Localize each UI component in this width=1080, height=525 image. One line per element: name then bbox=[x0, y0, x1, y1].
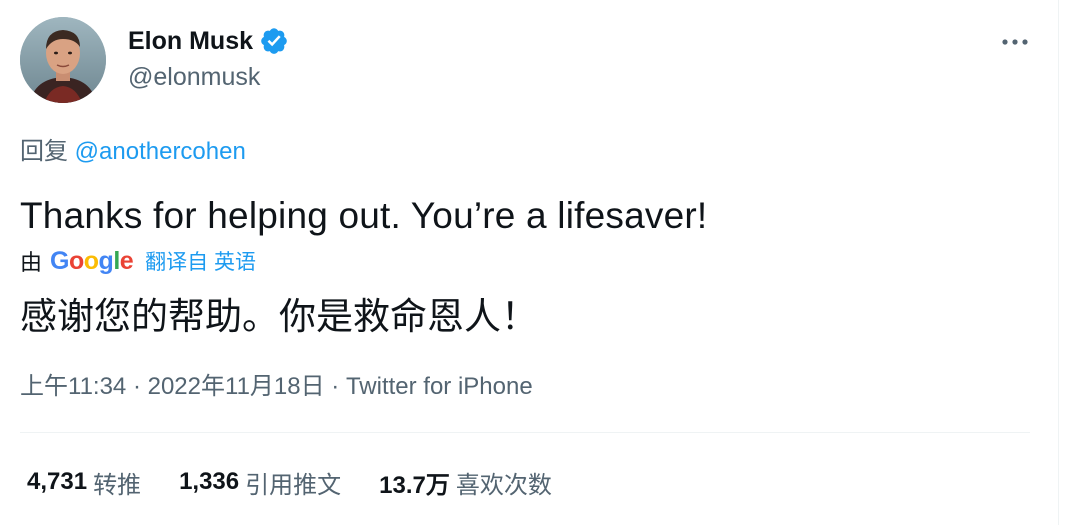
tweet-source-link[interactable]: Twitter for iPhone bbox=[346, 373, 533, 400]
author-name-row[interactable]: Elon Musk bbox=[128, 26, 289, 56]
quotes-stat[interactable]: 1,336 引用推文 bbox=[179, 465, 341, 500]
quote-label: 引用推文 bbox=[245, 471, 342, 499]
reply-context: 回复 @anothercohen bbox=[20, 137, 246, 167]
more-dots-icon bbox=[1002, 39, 1028, 45]
translated-tweet-text: 感谢您的帮助。你是救命恩人！ bbox=[20, 296, 538, 337]
more-options-button[interactable] bbox=[995, 24, 1035, 60]
translated-by-label: 由 bbox=[20, 250, 43, 275]
author-name[interactable]: Elon Musk bbox=[128, 26, 253, 56]
quote-count: 1,336 bbox=[179, 468, 240, 495]
retweet-label: 转推 bbox=[93, 471, 142, 499]
translate-source-link[interactable]: 翻译自 英语 bbox=[145, 246, 256, 276]
tweet-timestamp: 上午11:34 · 2022年11月18日 · Twitter for iPho… bbox=[20, 371, 533, 403]
engagement-stats: 4,731 转推 1,336 引用推文 13.7万 喜欢次数 bbox=[27, 465, 590, 499]
retweet-count: 4,731 bbox=[27, 468, 88, 495]
avatar-photo bbox=[20, 17, 106, 103]
divider bbox=[20, 432, 1030, 433]
likes-stat[interactable]: 13.7万 喜欢次数 bbox=[379, 465, 552, 500]
translation-attribution: 由 Google 翻译自 英语 bbox=[20, 246, 256, 276]
tweet-date[interactable]: 2022年11月18日 bbox=[148, 373, 325, 400]
author-handle[interactable]: @elonmusk bbox=[128, 62, 260, 92]
tweet-time[interactable]: 上午11:34 bbox=[20, 373, 126, 400]
verified-badge-icon bbox=[259, 26, 289, 56]
meta-separator: · bbox=[324, 373, 346, 400]
google-logo: Google bbox=[50, 246, 134, 275]
column-border bbox=[1058, 0, 1059, 525]
like-label: 喜欢次数 bbox=[455, 471, 552, 499]
avatar[interactable] bbox=[20, 17, 106, 103]
retweets-stat[interactable]: 4,731 转推 bbox=[27, 465, 141, 500]
tweet-text: Thanks for helping out. You’re a lifesav… bbox=[20, 195, 708, 236]
meta-separator: · bbox=[126, 373, 148, 400]
reply-mention-link[interactable]: @anothercohen bbox=[75, 138, 246, 165]
like-count: 13.7万 bbox=[379, 471, 450, 499]
reply-prefix: 回复 bbox=[20, 138, 68, 165]
